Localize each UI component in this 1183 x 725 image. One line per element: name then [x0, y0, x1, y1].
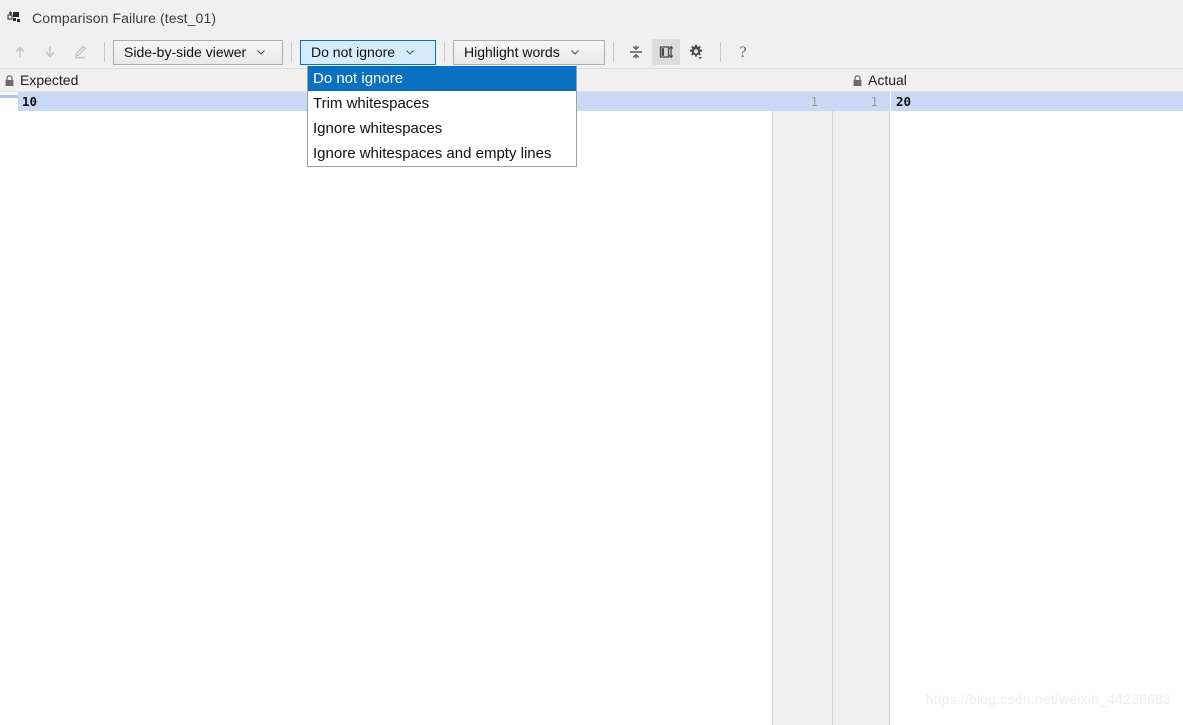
actual-column-header: Actual [852, 69, 907, 91]
viewer-mode-value: Side-by-side viewer [124, 44, 247, 60]
collapse-unchanged-fragments-icon[interactable] [622, 39, 650, 65]
dropdown-option-ignore-whitespaces[interactable]: Ignore whitespaces [308, 116, 576, 141]
actual-cell-value[interactable]: 20 [896, 92, 911, 111]
gear-settings-icon[interactable] [682, 39, 710, 65]
arrow-up-icon[interactable] [6, 39, 34, 65]
diff-toolbar: Side-by-side viewer Do not ignore Highli… [0, 36, 1183, 69]
dropdown-option-trim-whitespaces[interactable]: Trim whitespaces [308, 91, 576, 116]
toolbar-divider-5 [720, 42, 721, 62]
table-row[interactable]: 10 1 1 20 [0, 92, 1183, 111]
ignore-policy-dropdown-list[interactable]: Do not ignore Trim whitespaces Ignore wh… [307, 66, 577, 167]
lock-icon [852, 74, 863, 86]
diff-viewer-area[interactable]: 10 1 1 20 https://blog.csdn.net/weixin_4… [0, 92, 1183, 725]
viewer-mode-select[interactable]: Side-by-side viewer [113, 39, 283, 65]
dropdown-option-ignore-whitespaces-and-empty-lines[interactable]: Ignore whitespaces and empty lines [308, 141, 576, 166]
window-title-text: Comparison Failure (test_01) [32, 10, 217, 26]
actual-column-label: Actual [868, 72, 907, 88]
toolbar-divider-4 [613, 42, 614, 62]
chevron-down-icon [570, 50, 579, 55]
toolbar-divider-1 [104, 42, 105, 62]
help-question-icon[interactable]: ? [729, 39, 757, 65]
lock-icon [4, 74, 15, 86]
diff-window-icon [6, 9, 24, 27]
pencil-edit-icon[interactable] [66, 39, 94, 65]
ignore-policy-select[interactable]: Do not ignore [300, 39, 436, 65]
ignore-policy-value: Do not ignore [311, 44, 396, 60]
expected-column-label: Expected [20, 72, 79, 88]
dropdown-option-do-not-ignore[interactable]: Do not ignore [308, 66, 576, 91]
line-number-right: 1 [870, 94, 878, 109]
svg-text:?: ? [739, 44, 746, 61]
synchronize-panes-icon[interactable] [652, 39, 680, 65]
expected-column-header: Expected [4, 69, 78, 91]
chevron-down-icon [406, 50, 414, 55]
diff-center-gutter [772, 92, 890, 725]
chevron-down-icon [257, 50, 266, 55]
highlight-mode-select[interactable]: Highlight words [453, 39, 605, 65]
change-marker [0, 95, 18, 98]
toolbar-divider-3 [444, 42, 445, 62]
highlight-mode-value: Highlight words [464, 44, 560, 60]
row-highlight-right [891, 92, 1183, 111]
watermark-text: https://blog.csdn.net/weixin_44238683 [925, 691, 1171, 707]
diff-column-headers: Expected Actual [0, 69, 1183, 92]
arrow-down-icon[interactable] [36, 39, 64, 65]
gutter-divider [832, 92, 833, 725]
line-number-left: 1 [810, 94, 818, 109]
expected-cell-value[interactable]: 10 [22, 92, 37, 111]
window-title-bar: Comparison Failure (test_01) [0, 0, 1183, 36]
toolbar-divider-2 [291, 42, 292, 62]
